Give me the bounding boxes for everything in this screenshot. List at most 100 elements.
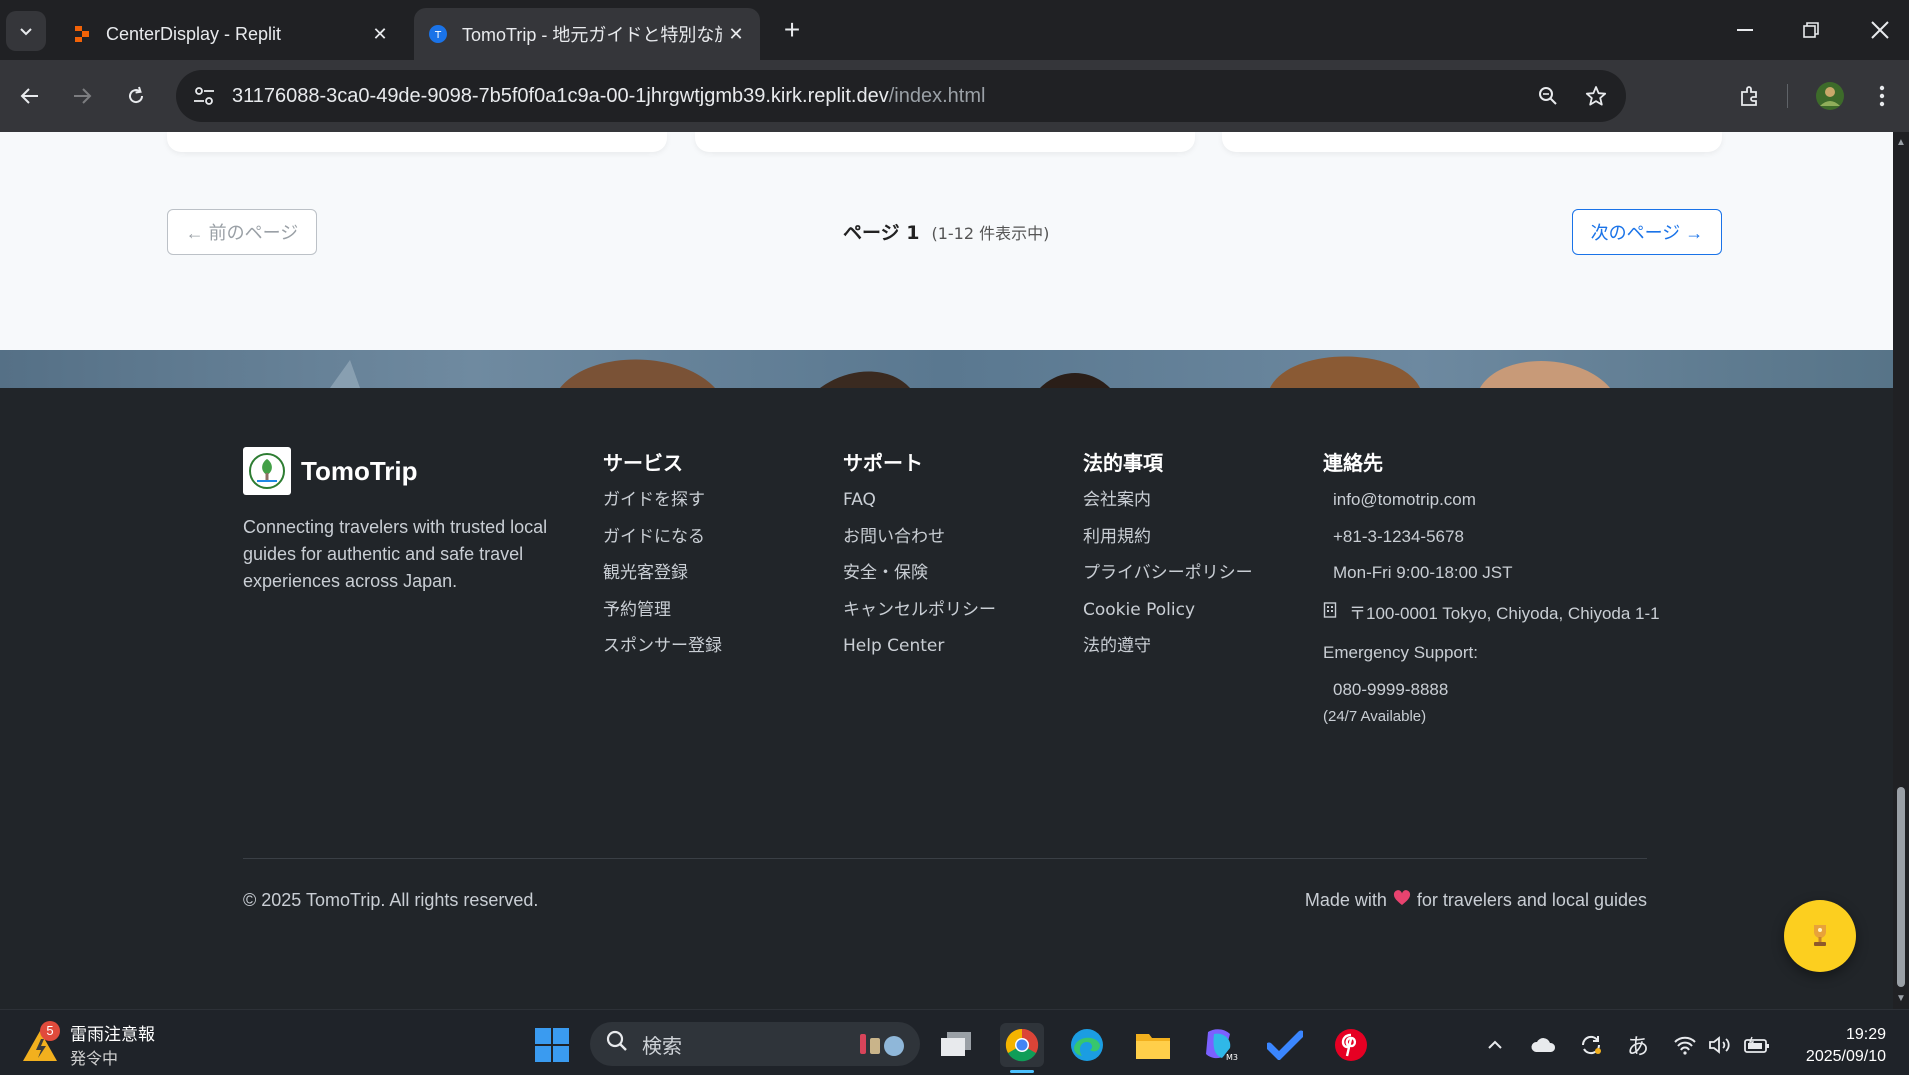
browser-menu-icon[interactable] bbox=[1860, 74, 1904, 118]
restore-icon[interactable] bbox=[1781, 8, 1841, 52]
chevron-down-icon bbox=[20, 28, 32, 36]
forward-arrow-icon[interactable] bbox=[60, 74, 104, 118]
contact-email[interactable]: info@tomotrip.com bbox=[1323, 490, 1663, 510]
tab-search-button[interactable] bbox=[6, 11, 46, 51]
emergency-availability: (24/7 Available) bbox=[1323, 707, 1427, 725]
footer-column-services: サービス ガイドを探す ガイドになる 観光客登録 予約管理 スポンサー登録 bbox=[603, 447, 722, 673]
weather-badge: 5 bbox=[40, 1020, 60, 1041]
footer-link-faq[interactable]: FAQ bbox=[843, 490, 996, 510]
footer-link-help-center[interactable]: Help Center bbox=[843, 636, 996, 656]
guide-card[interactable] bbox=[695, 132, 1195, 152]
browser-tab-strip: CenterDisplay - Replit ✕ T TomoTrip - 地元… bbox=[0, 0, 1909, 60]
close-tab-icon[interactable]: ✕ bbox=[722, 20, 750, 48]
brand-name: TomoTrip bbox=[301, 455, 418, 486]
tab-tomotrip[interactable]: T TomoTrip - 地元ガイドと特別な旅 ✕ bbox=[414, 8, 760, 60]
url-host: 31176088-3ca0-49de-9098-7b5f0f0a1c9a-00-… bbox=[232, 84, 889, 107]
footer-link-tourist-register[interactable]: 観光客登録 bbox=[603, 563, 722, 583]
footer-link-terms[interactable]: 利用規約 bbox=[1083, 527, 1253, 547]
sync-icon[interactable] bbox=[1576, 1030, 1606, 1060]
footer-link-cookie[interactable]: Cookie Policy bbox=[1083, 600, 1253, 620]
todo-check-icon[interactable] bbox=[1263, 1023, 1307, 1067]
address-bar[interactable]: 31176088-3ca0-49de-9098-7b5f0f0a1c9a-00-… bbox=[176, 70, 1626, 122]
search-highlight-icon bbox=[856, 1030, 908, 1064]
scrollbar-thumb[interactable] bbox=[1897, 787, 1905, 987]
onedrive-cloud-icon[interactable] bbox=[1528, 1030, 1558, 1060]
contact-phone[interactable]: +81-3-1234-5678 bbox=[1323, 527, 1663, 547]
ime-indicator[interactable]: あ bbox=[1623, 1030, 1653, 1060]
people-photo bbox=[330, 356, 1610, 388]
edge-taskbar-icon[interactable] bbox=[1065, 1023, 1109, 1067]
column-heading: サポート bbox=[843, 451, 923, 475]
close-window-icon[interactable] bbox=[1850, 8, 1909, 52]
bookmark-star-icon[interactable] bbox=[1574, 74, 1618, 118]
brand-description: Connecting travelers with trusted local … bbox=[243, 517, 548, 591]
battery-icon[interactable] bbox=[1742, 1030, 1772, 1060]
close-tab-icon[interactable]: ✕ bbox=[366, 20, 394, 48]
search-placeholder: 検索 bbox=[642, 1035, 682, 1058]
footer-brand[interactable]: TomoTrip bbox=[243, 447, 418, 495]
m365-copilot-icon[interactable]: M365 bbox=[1197, 1023, 1241, 1067]
replit-icon bbox=[72, 24, 92, 44]
wifi-icon[interactable] bbox=[1670, 1030, 1700, 1060]
page-number: ページ 1 bbox=[843, 222, 920, 244]
footer-link-company[interactable]: 会社案内 bbox=[1083, 490, 1253, 510]
result-count: (1-12 件表示中) bbox=[931, 224, 1050, 243]
url-path: /index.html bbox=[888, 84, 986, 107]
url-text: 31176088-3ca0-49de-9098-7b5f0f0a1c9a-00-… bbox=[232, 85, 985, 108]
building-icon bbox=[1323, 600, 1349, 627]
taskbar-clock[interactable]: 19:29 2025/09/10 bbox=[1790, 1024, 1886, 1068]
pagination-info: ページ 1 (1-12 件表示中) bbox=[843, 218, 1049, 245]
taskbar-search-box[interactable]: 検索 bbox=[590, 1022, 920, 1066]
footer-link-compliance[interactable]: 法的遵守 bbox=[1083, 636, 1253, 656]
footer-link-safety[interactable]: 安全・保険 bbox=[843, 563, 996, 583]
footer-link-bookings[interactable]: 予約管理 bbox=[603, 600, 722, 620]
footer-link-find-guide[interactable]: ガイドを探す bbox=[603, 490, 722, 510]
tab-centerdisplay[interactable]: CenterDisplay - Replit ✕ bbox=[58, 8, 404, 60]
minimize-icon[interactable] bbox=[1715, 8, 1775, 52]
extensions-icon[interactable] bbox=[1728, 74, 1772, 118]
guide-card[interactable] bbox=[167, 132, 667, 152]
page-scrollbar[interactable]: ▲ ▼ bbox=[1893, 132, 1909, 1009]
clock-date: 2025/09/10 bbox=[1805, 1048, 1886, 1065]
back-arrow-icon[interactable] bbox=[8, 74, 52, 118]
sponsor-trophy-button[interactable] bbox=[1784, 900, 1856, 972]
prev-page-button[interactable]: ← 前のページ bbox=[167, 209, 317, 255]
scroll-up-arrow-icon[interactable]: ▲ bbox=[1896, 138, 1906, 148]
site-settings-icon[interactable] bbox=[182, 74, 226, 118]
made-with-prefix: Made with bbox=[1304, 890, 1387, 910]
weather-subtitle: 発令中 bbox=[70, 1051, 119, 1068]
profile-avatar[interactable] bbox=[1808, 74, 1852, 118]
zoom-icon[interactable] bbox=[1526, 74, 1570, 118]
weather-widget[interactable]: 5 雷雨注意報 発令中 bbox=[20, 1020, 155, 1069]
task-view-icon[interactable] bbox=[934, 1023, 978, 1067]
column-heading: 法的事項 bbox=[1083, 451, 1163, 475]
scroll-down-arrow-icon[interactable]: ▼ bbox=[1896, 994, 1906, 1004]
contact-address: 〒100-0001 Tokyo, Chiyoda, Chiyoda 1-1 bbox=[1323, 600, 1663, 627]
storm-warning-icon: 5 bbox=[20, 1020, 60, 1065]
emergency-phone[interactable]: 080-9999-8888 bbox=[1323, 680, 1663, 700]
guide-card[interactable] bbox=[1222, 132, 1722, 152]
address-text: 〒100-0001 Tokyo, Chiyoda, Chiyoda 1-1 bbox=[1349, 603, 1660, 623]
made-with-suffix: for travelers and local guides bbox=[1416, 890, 1647, 910]
trophy-icon bbox=[1814, 925, 1826, 946]
heart-icon bbox=[1393, 890, 1411, 911]
svg-text:T: T bbox=[434, 30, 442, 41]
reload-icon[interactable] bbox=[114, 74, 158, 118]
new-tab-plus-icon[interactable]: + bbox=[776, 14, 808, 46]
footer-link-privacy[interactable]: プライバシーポリシー bbox=[1083, 563, 1253, 583]
chevron-up-icon[interactable] bbox=[1480, 1030, 1510, 1060]
footer-divider bbox=[243, 858, 1647, 859]
copyright: © 2025 TomoTrip. All rights reserved. bbox=[243, 890, 539, 910]
next-page-button[interactable]: 次のページ → bbox=[1572, 209, 1722, 255]
chrome-taskbar-icon[interactable] bbox=[1000, 1023, 1044, 1067]
footer-link-contact[interactable]: お問い合わせ bbox=[843, 527, 996, 547]
volume-icon[interactable] bbox=[1705, 1030, 1735, 1060]
windows-start-icon[interactable] bbox=[530, 1023, 574, 1067]
file-explorer-icon[interactable] bbox=[1131, 1023, 1175, 1067]
active-app-indicator bbox=[1010, 1070, 1034, 1073]
footer-contact: 連絡先 info@tomotrip.com +81-3-1234-5678 Mo… bbox=[1323, 447, 1663, 725]
footer-link-cancellation[interactable]: キャンセルポリシー bbox=[843, 600, 996, 620]
footer-link-sponsor[interactable]: スポンサー登録 bbox=[603, 636, 722, 656]
footer-link-become-guide[interactable]: ガイドになる bbox=[603, 527, 722, 547]
pinterest-icon[interactable] bbox=[1329, 1023, 1373, 1067]
